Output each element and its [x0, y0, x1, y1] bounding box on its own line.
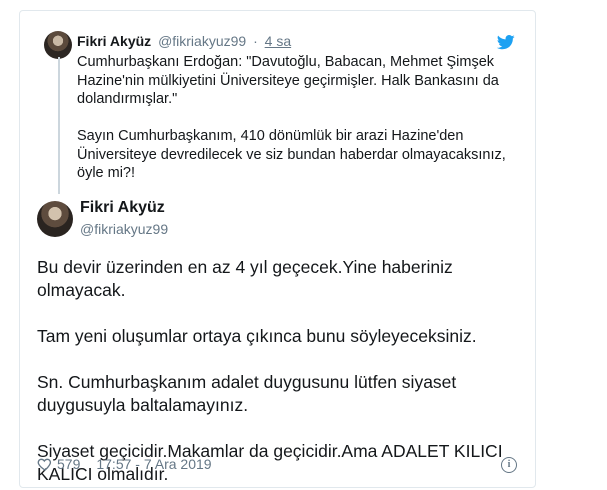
thread-connector-line	[58, 57, 60, 194]
main-author-handle[interactable]: @fikriakyuz99	[80, 221, 168, 237]
quoted-author-name[interactable]: Fikri Akyüz	[77, 33, 151, 49]
twitter-bird-icon[interactable]	[497, 35, 515, 50]
quoted-header: Fikri Akyüz @fikriakyuz99 · 4 sa	[77, 33, 291, 49]
quoted-avatar[interactable]	[44, 31, 72, 59]
tweet-timestamp[interactable]: 17:57 - 7 Ara 2019	[96, 456, 211, 472]
quoted-separator: ·	[253, 33, 258, 49]
main-author-name[interactable]: Fikri Akyüz	[80, 199, 165, 217]
heart-icon[interactable]	[37, 456, 53, 472]
tweet-footer: 579 17:57 - 7 Ara 2019	[37, 456, 212, 472]
quoted-author-handle[interactable]: @fikriakyuz99	[158, 33, 246, 49]
info-icon[interactable]: i	[501, 457, 517, 473]
main-tweet-text: Bu devir üzerinden en az 4 yıl geçecek.Y…	[37, 257, 503, 484]
main-avatar[interactable]	[37, 201, 73, 237]
quoted-tweet-text: Cumhurbaşkanı Erdoğan: "Davutoğlu, Babac…	[77, 54, 506, 181]
like-count[interactable]: 579	[57, 456, 80, 472]
quoted-timestamp[interactable]: 4 sa	[265, 33, 291, 49]
